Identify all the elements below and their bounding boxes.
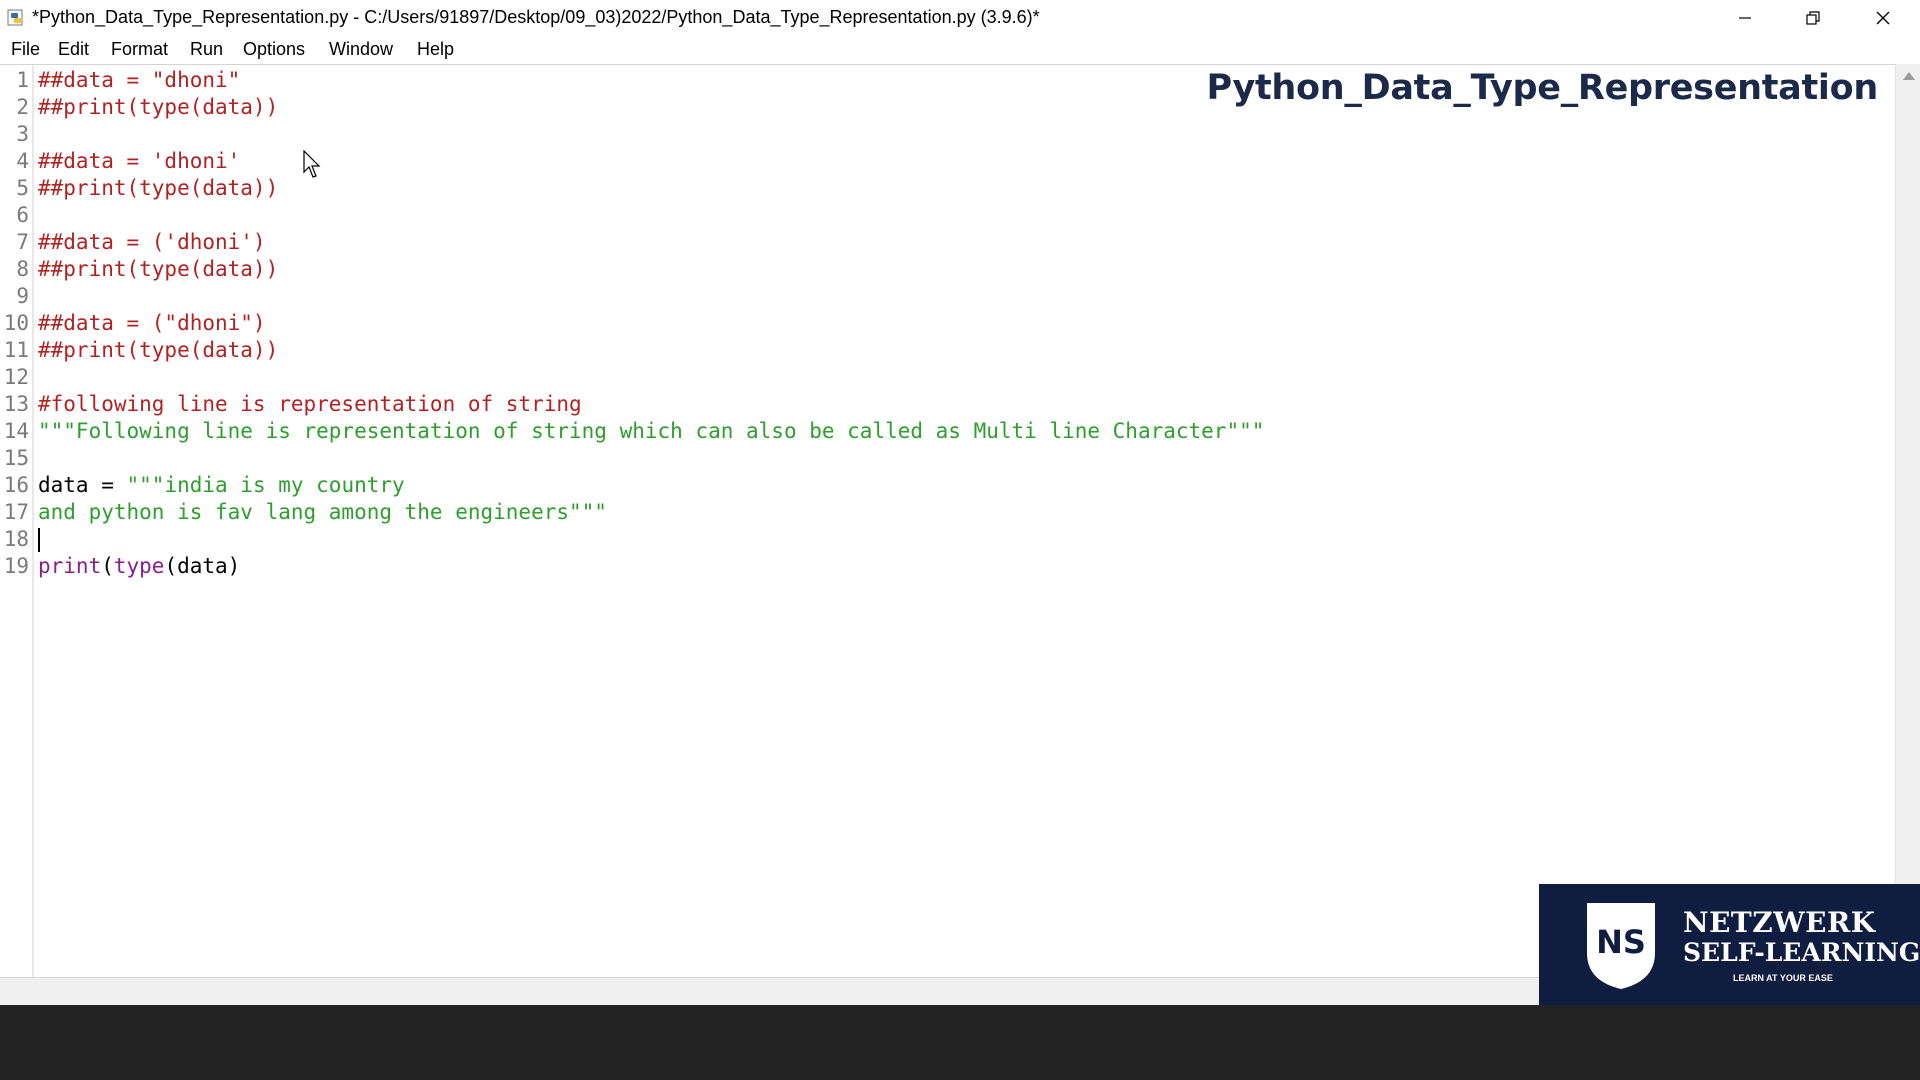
line-number: 4	[16, 149, 29, 173]
logo-subtitle: SELF-LEARNING	[1683, 938, 1920, 967]
vertical-scrollbar[interactable]	[1895, 64, 1920, 977]
code-line[interactable]: #following line is representation of str…	[38, 391, 582, 418]
line-number: 8	[16, 257, 29, 281]
code-token-comment: ##data = ("dhoni")	[38, 311, 266, 335]
restore-icon	[1806, 11, 1820, 25]
restore-button[interactable]	[1778, 0, 1848, 36]
code-line[interactable]: ##print(type(data))	[38, 94, 278, 121]
menu-help[interactable]: Help	[417, 39, 454, 60]
code-editor[interactable]: ##data = "dhoni" ##print(type(data)) ##dat…	[38, 65, 1888, 977]
mouse-pointer-icon	[303, 150, 321, 178]
window-title: *Python_Data_Type_Representation.py - C:…	[32, 7, 1040, 27]
line-number: 11	[3, 338, 29, 362]
code-token-comment: ##print(type(data))	[38, 338, 279, 362]
code-line[interactable]: ##print(type(data))	[38, 337, 278, 364]
menu-options[interactable]: Options	[243, 39, 305, 60]
code-token-comment: #following line is representation of str…	[38, 392, 582, 416]
code-token-comment: ##data = ('dhoni')	[38, 230, 266, 254]
code-token-string: """Following line is representation of s…	[38, 419, 1265, 443]
line-number: 13	[3, 392, 29, 416]
line-number: 19	[3, 554, 29, 578]
close-icon	[1876, 11, 1890, 25]
code-line[interactable]: ##data = 'dhoni'	[38, 148, 240, 175]
line-number: 1	[16, 68, 29, 92]
code-token-comment: ##data = 'dhoni'	[38, 149, 241, 173]
line-number: 14	[3, 419, 29, 443]
menu-format[interactable]: Format	[111, 39, 168, 60]
code-token-normal: (	[101, 554, 114, 578]
scroll-up-arrow-icon[interactable]	[1903, 72, 1915, 80]
code-token-builtin: type	[113, 554, 165, 578]
minimize-button[interactable]	[1710, 0, 1780, 36]
code-line[interactable]: ##print(type(data))	[38, 256, 278, 283]
code-token-builtin: print	[38, 554, 102, 578]
menu-window[interactable]: Window	[329, 39, 393, 60]
code-token-comment: ##data = "dhoni"	[38, 68, 241, 92]
text-caret	[38, 528, 40, 552]
menu-edit[interactable]: Edit	[58, 39, 89, 60]
title-bar: *Python_Data_Type_Representation.py - C:…	[0, 0, 1920, 36]
menu-file[interactable]: File	[11, 39, 40, 60]
code-line[interactable]: data = """india is my country	[38, 472, 405, 499]
line-number: 6	[16, 203, 29, 227]
netzwerk-logo: NS NETZWERK SELF-LEARNING LEARN AT YOUR …	[1539, 884, 1920, 1005]
line-number: 10	[3, 311, 29, 335]
menu-bar: File Edit Format Run Options Window Help	[0, 36, 1920, 64]
code-line[interactable]: and python is fav lang among the enginee…	[38, 499, 607, 526]
line-number-gutter: 1 2 3 4 5 6 7 8 9 10 11 12 13 14 15 16 17 18 19	[0, 65, 34, 977]
logo-tagline: LEARN AT YOUR EASE	[1733, 973, 1833, 983]
python-idle-icon	[7, 9, 23, 26]
code-token-comment: ##print(type(data))	[38, 95, 279, 119]
code-line[interactable]: ##data = ('dhoni')	[38, 229, 266, 256]
code-line[interactable]: print(type(data)	[38, 553, 240, 580]
line-number: 2	[16, 95, 29, 119]
code-token-string: and python is fav lang among the enginee…	[38, 500, 607, 524]
line-number: 7	[16, 230, 29, 254]
line-number: 17	[3, 500, 29, 524]
ns-shield-logo: NS	[1587, 903, 1655, 989]
code-line[interactable]: ##print(type(data))	[38, 175, 278, 202]
bottom-dark-strip	[0, 1005, 1920, 1080]
overlay-title: Python_Data_Type_Representation	[1206, 68, 1878, 108]
line-number: 15	[3, 446, 29, 470]
code-token-comment: ##print(type(data))	[38, 176, 279, 200]
code-line[interactable]: ##data = "dhoni"	[38, 67, 240, 94]
code-token-comment: ##print(type(data))	[38, 257, 279, 281]
line-number: 16	[3, 473, 29, 497]
line-number: 5	[16, 176, 29, 200]
logo-name: NETZWERK	[1683, 906, 1876, 939]
svg-text:NS: NS	[1596, 923, 1646, 961]
code-line[interactable]: ##data = ("dhoni")	[38, 310, 266, 337]
code-token-normal: data =	[38, 473, 127, 497]
close-button[interactable]	[1848, 0, 1918, 36]
minimize-icon	[1739, 17, 1751, 19]
line-number: 18	[3, 527, 29, 551]
code-token-string: """india is my country	[126, 473, 405, 497]
menu-run[interactable]: Run	[190, 39, 223, 60]
line-number: 3	[16, 122, 29, 146]
line-number: 12	[3, 365, 29, 389]
line-number: 9	[16, 284, 29, 308]
code-line[interactable]: """Following line is representation of s…	[38, 418, 1264, 445]
code-token-normal: (data)	[164, 554, 241, 578]
